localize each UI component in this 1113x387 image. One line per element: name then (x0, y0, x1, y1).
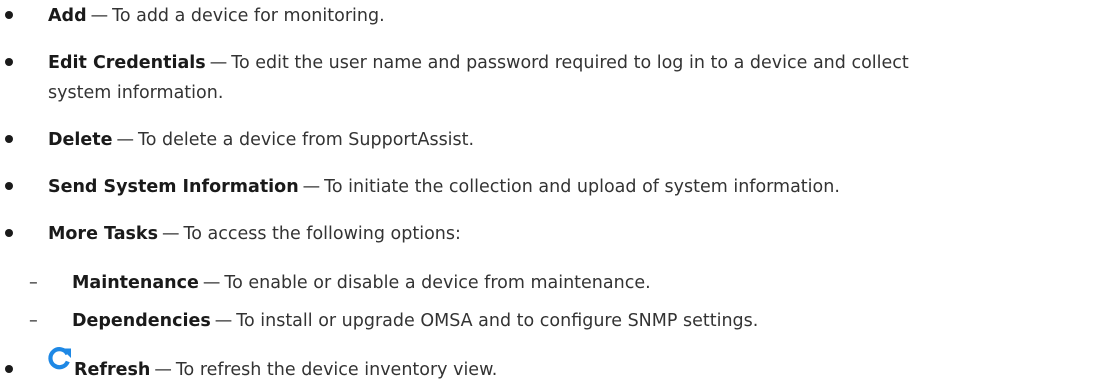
description: To install or upgrade OMSA and to config… (236, 311, 759, 331)
term-label: Add (48, 6, 87, 26)
bullet (5, 58, 13, 66)
bullet (5, 365, 13, 373)
separator: — (90, 6, 109, 26)
description: To edit the user name and password requi… (231, 53, 909, 73)
list-item-text: Refresh — To refresh the device inventory … (74, 359, 497, 381)
bullet (5, 182, 13, 190)
description: To enable or disable a device from maint… (224, 273, 651, 293)
bullet (5, 11, 13, 19)
sub-list-item-text: Maintenance — To enable or disable a devic… (72, 272, 651, 294)
separator: — (202, 273, 221, 293)
sub-list-item-text: Dependencies — To install or upgrade OMSA … (72, 310, 758, 332)
term-label: Refresh (74, 360, 151, 380)
term-label: Maintenance (72, 273, 199, 293)
description: To initiate the collection and upload of… (324, 177, 840, 197)
description: To delete a device from SupportAssist. (138, 130, 475, 150)
list-item-text: Edit Credentials — To edit the user name a… (48, 52, 909, 74)
separator: — (302, 177, 321, 197)
term-label: More Tasks (48, 224, 158, 244)
separator: — (162, 224, 180, 244)
separator: — (209, 53, 228, 73)
term-label: Dependencies (72, 311, 211, 331)
description: To access the following options: (183, 224, 461, 244)
refresh-icon (48, 347, 71, 370)
description: To add a device for monitoring. (112, 6, 385, 26)
term-label: Send System Information (48, 177, 299, 197)
description: To refresh the device inventory view. (175, 360, 498, 380)
term-label: Edit Credentials (48, 53, 206, 73)
dash-marker: – (29, 273, 38, 293)
bullet (5, 135, 13, 143)
list-item-text: More Tasks — To access the following optio… (48, 223, 461, 245)
dash-marker: – (29, 311, 38, 331)
description-continued: system information. (48, 83, 224, 103)
term-label: Delete (48, 130, 113, 150)
separator: — (154, 360, 172, 380)
separator: — (214, 311, 233, 331)
bullet (5, 229, 13, 237)
list-item-text: Delete — To delete a device from SupportAs… (48, 129, 474, 151)
list-item-text: Send System Information — To initiate the … (48, 176, 840, 198)
separator: — (116, 130, 135, 150)
list-item-text: Add — To add a device for monitoring. (48, 5, 385, 27)
